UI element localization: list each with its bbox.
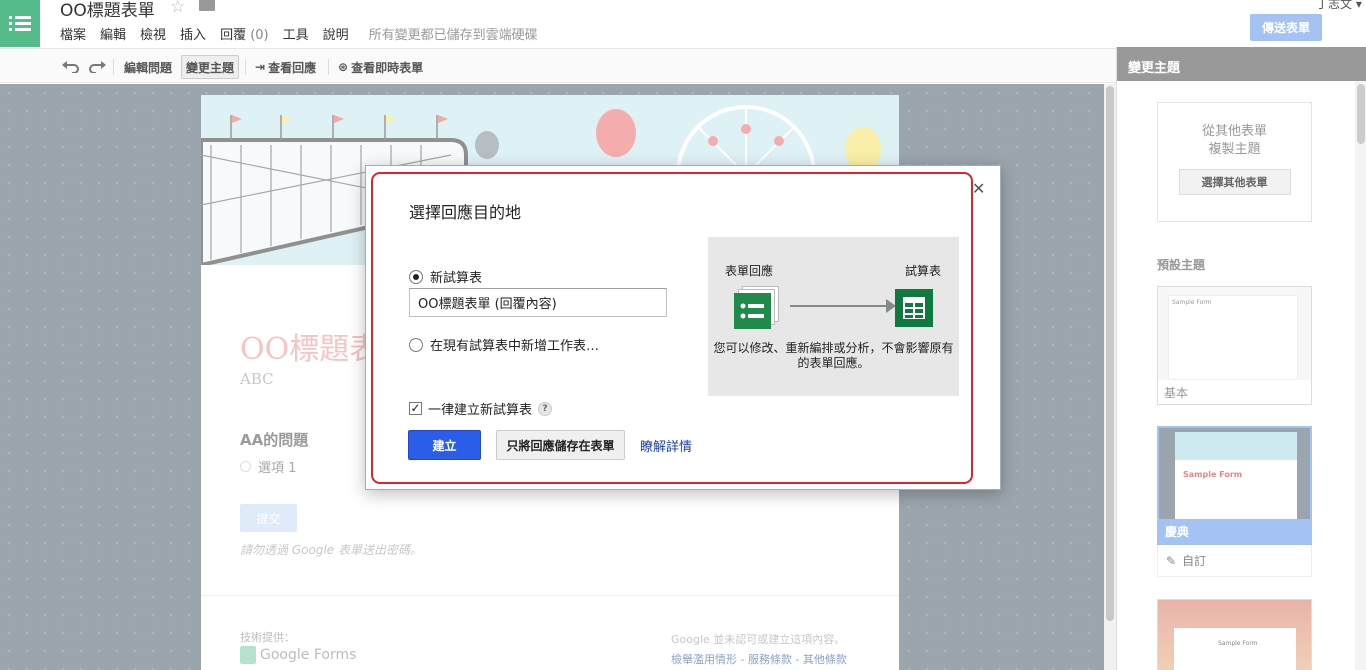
chevron-down-icon: ▾ (1355, 0, 1362, 11)
copy-theme-line1: 從其他表單 (1201, 124, 1267, 139)
theme-preview-title: Sample Form (1172, 299, 1212, 306)
undo-icon[interactable] (58, 55, 84, 79)
choose-other-form-button[interactable]: 選擇其他表單 (1178, 169, 1291, 195)
toolbar: 編輯問題 變更主題 ⇥ 查看回應 ⊛ 查看即時表單 (0, 48, 1116, 83)
forms-logo-icon (240, 646, 256, 664)
theme-preview: Sample Form (1158, 287, 1311, 380)
side-panel-scrollbar[interactable] (1355, 81, 1366, 670)
folder-icon[interactable] (199, 0, 215, 11)
export-icon: ⇥ (255, 60, 266, 74)
view-live-form-button[interactable]: ⊛ 查看即時表單 (334, 55, 427, 79)
theme-festival[interactable]: Sample Form 慶典 (1157, 426, 1312, 545)
change-theme-button[interactable]: 變更主題 (181, 55, 240, 79)
option-label: 選項 1 (258, 461, 297, 476)
keep-responses-in-form-button[interactable]: 只將回應儲存在表單 (496, 430, 625, 460)
disclaimer-text: Google 並未認可或建立這項內容。 (671, 633, 846, 646)
theme-label: 慶典 (1159, 519, 1310, 543)
side-panel-title: 變更主題 (1117, 47, 1366, 81)
illustration-caption: 您可以修改、重新編排或分析，不會影響原有的表單回應。 (713, 341, 954, 370)
customize-label: 自訂 (1182, 554, 1207, 568)
checkbox-checked-icon[interactable]: ✓ (409, 402, 422, 415)
forms-home-icon[interactable] (0, 0, 40, 47)
send-form-button[interactable]: 傳送表單 (1250, 14, 1322, 41)
theme-label: 基本 (1164, 386, 1189, 400)
powered-by-label: 技術提供： (240, 631, 295, 644)
close-icon[interactable]: ✕ (972, 179, 985, 198)
theme-side-panel: 變更主題 從其他表單複製主題 選擇其他表單 預設主題 Sample Form 基… (1116, 47, 1366, 670)
menu-file[interactable]: 檔案 (60, 24, 86, 43)
view-responses-label: 查看回應 (268, 60, 317, 75)
theme-basic[interactable]: Sample Form 基本 (1157, 286, 1312, 405)
account-menu[interactable]: 丁志文 ▾ (1316, 0, 1362, 12)
menu-bar: 檔案 編輯 檢視 插入 回覆 (0) 工具 說明 所有變更都已儲存到雲端硬碟 (60, 24, 538, 43)
theme-preview: Sample Form (1158, 600, 1311, 670)
toolbar-divider (245, 59, 246, 75)
google-forms-text: Google Forms (260, 647, 357, 663)
document-title[interactable]: OO標題表單 (60, 0, 155, 21)
editor-scrollbar[interactable] (1104, 84, 1116, 670)
edit-questions-button[interactable]: 編輯問題 (120, 55, 176, 79)
menu-insert[interactable]: 插入 (180, 24, 206, 43)
pencil-icon: ✎ (1166, 553, 1177, 568)
save-status: 所有變更都已儲存到雲端硬碟 (368, 28, 538, 43)
footer-divider (201, 595, 899, 596)
live-form-icon: ⊛ (338, 60, 349, 74)
new-spreadsheet-label: 新試算表 (430, 271, 483, 286)
legal-links: 檢舉濫用情形 - 服務條款 - 其他條款 (671, 653, 847, 666)
user-name: 丁志文 (1316, 0, 1353, 11)
question-option: 選項 1 (240, 457, 296, 476)
help-icon[interactable]: ? (538, 401, 553, 416)
form-responses-label: 表單回應 (725, 264, 774, 278)
customize-theme-button[interactable]: ✎ 自訂 (1157, 545, 1312, 577)
radio-selected-icon[interactable] (409, 269, 423, 284)
spreadsheet-name-input[interactable] (409, 288, 667, 317)
default-themes-label: 預設主題 (1157, 258, 1206, 272)
new-spreadsheet-option[interactable]: 新試算表 (409, 267, 482, 286)
toolbar-divider (328, 59, 329, 75)
existing-spreadsheet-option[interactable]: 在現有試算表中新增工作表… (409, 335, 599, 354)
existing-spreadsheet-label: 在現有試算表中新增工作表… (430, 339, 600, 354)
theme-preview: Sample Form (1159, 428, 1310, 519)
radio-icon[interactable] (409, 337, 423, 352)
theme-preview-title: Sample Form (1183, 470, 1243, 479)
star-icon[interactable]: ☆ (170, 0, 185, 17)
theme-sunset[interactable]: Sample Form (1157, 599, 1312, 670)
responses-count: (0) (250, 28, 269, 43)
app-header: OO標題表單 ☆ 檔案 編輯 檢視 插入 回覆 (0) 工具 說明 所有變更都已… (0, 0, 1366, 48)
google-forms-logo: Google Forms (240, 646, 356, 664)
learn-more-link[interactable]: 瞭解詳情 (640, 436, 692, 455)
menu-responses[interactable]: 回覆 (0) (220, 24, 269, 43)
form-submit-button: 提交 (240, 504, 297, 532)
form-description: ABC (240, 370, 274, 388)
password-warning: 請勿透過 Google 表單送出密碼。 (240, 543, 422, 557)
scrollbar-thumb[interactable] (1106, 86, 1114, 621)
always-new-label: 一律建立新試算表 (428, 403, 533, 418)
view-live-form-label: 查看即時表單 (351, 60, 424, 75)
question-title: AA的問題 (240, 431, 309, 449)
scrollbar-thumb[interactable] (1357, 84, 1365, 144)
menu-view[interactable]: 檢視 (140, 24, 166, 43)
copy-theme-box: 從其他表單複製主題 選擇其他表單 (1157, 102, 1312, 222)
menu-help[interactable]: 說明 (323, 24, 349, 43)
menu-tools[interactable]: 工具 (283, 24, 309, 43)
arrow-line (790, 305, 890, 307)
spreadsheet-label: 試算表 (905, 264, 942, 278)
toolbar-divider (113, 59, 114, 75)
theme-preview-title: Sample Form (1218, 640, 1258, 647)
radio-icon (240, 461, 251, 472)
view-responses-button[interactable]: ⇥ 查看回應 (251, 55, 320, 79)
always-new-spreadsheet-checkbox[interactable]: ✓ 一律建立新試算表 ? (409, 399, 553, 418)
menu-edit[interactable]: 編輯 (100, 24, 126, 43)
redo-icon[interactable] (84, 55, 110, 79)
form-title: OO標題表 (240, 332, 380, 367)
spreadsheet-icon (895, 289, 933, 327)
copy-theme-line2: 複製主題 (1208, 142, 1261, 157)
form-responses-icon (734, 293, 771, 329)
menu-responses-label: 回覆 (220, 28, 247, 43)
destination-illustration: 表單回應 試算表 您可以修改、重新編排或分析，不會影響原有的表單回應。 (708, 237, 959, 396)
create-button[interactable]: 建立 (408, 430, 481, 460)
response-destination-dialog: ✕ 選擇回應目的地 新試算表 在現有試算表中新增工作表… ✓ 一律建立新試算表 … (365, 165, 1001, 490)
dialog-title: 選擇回應目的地 (409, 203, 522, 222)
